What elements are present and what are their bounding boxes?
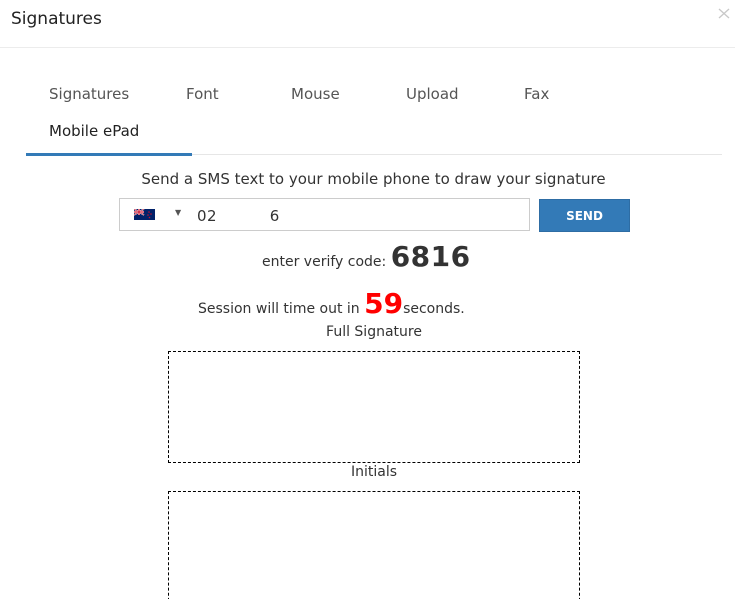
dialog-header: Signatures bbox=[0, 0, 735, 48]
session-timeout-row: Session will time out in 59seconds. bbox=[198, 287, 465, 320]
tab-font[interactable]: Font bbox=[186, 85, 219, 103]
send-button[interactable]: SEND bbox=[539, 199, 630, 232]
full-signature-pad[interactable] bbox=[168, 351, 580, 463]
phone-number-input[interactable] bbox=[195, 200, 519, 231]
verify-code-label: enter verify code: bbox=[262, 254, 391, 270]
timeout-suffix: seconds. bbox=[403, 301, 465, 317]
full-signature-label: Full Signature bbox=[326, 324, 422, 340]
verify-code-value: 6816 bbox=[390, 240, 471, 273]
dialog-title: Signatures bbox=[11, 9, 102, 29]
initials-pad[interactable] bbox=[168, 491, 580, 599]
verify-code-row: enter verify code: 6816 bbox=[262, 240, 471, 273]
tab-upload[interactable]: Upload bbox=[406, 85, 459, 103]
timeout-seconds: 59 bbox=[364, 287, 404, 320]
tab-signatures[interactable]: Signatures bbox=[49, 85, 129, 103]
tab-mobile-epad[interactable]: Mobile ePad bbox=[49, 122, 139, 140]
tab-fax[interactable]: Fax bbox=[524, 85, 549, 103]
new-zealand-flag-icon bbox=[134, 209, 155, 220]
chevron-down-icon: ▼ bbox=[175, 208, 182, 217]
country-select[interactable]: ▼ bbox=[120, 199, 192, 230]
tab-mouse[interactable]: Mouse bbox=[291, 85, 340, 103]
close-icon[interactable] bbox=[715, 4, 733, 22]
timeout-prefix: Session will time out in bbox=[198, 301, 365, 317]
initials-label: Initials bbox=[350, 464, 398, 480]
sms-instruction: Send a SMS text to your mobile phone to … bbox=[141, 170, 606, 188]
signatures-dialog: Signatures Signatures Font Mouse Upload … bbox=[0, 0, 735, 599]
active-tab-indicator bbox=[26, 153, 192, 156]
phone-field: ▼ bbox=[119, 198, 530, 231]
